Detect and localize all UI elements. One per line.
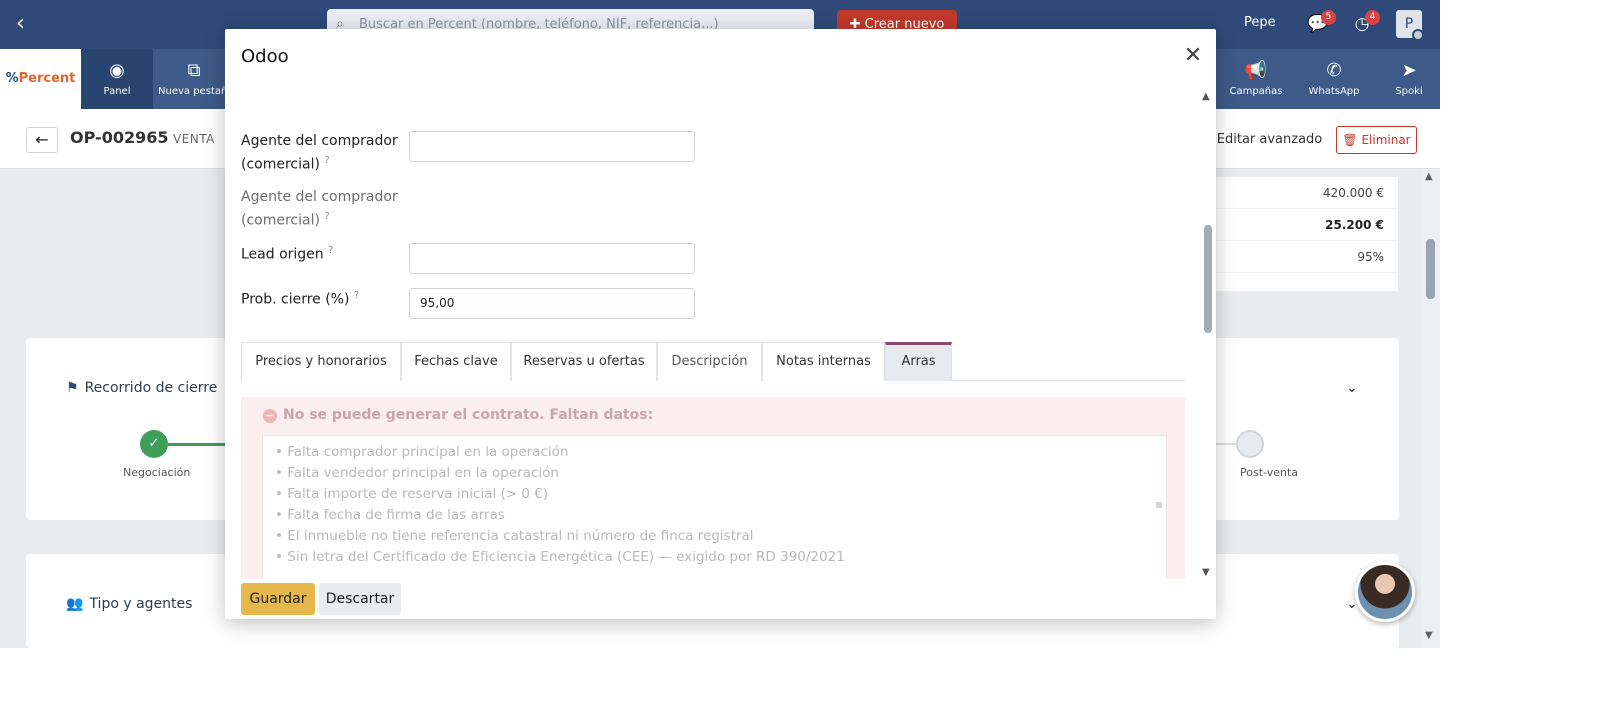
summary-probability: 95% — [1203, 241, 1398, 273]
users-icon: 👥 — [66, 596, 84, 612]
app-item-whatsapp[interactable]: ✆ WhatsApp — [1298, 49, 1370, 109]
tab-arras[interactable]: Arras — [885, 342, 952, 381]
help-icon[interactable]: ? — [354, 290, 359, 301]
tab-description[interactable]: Descripción — [657, 342, 762, 381]
agents-label: Tipo y agentes — [89, 596, 193, 612]
record-type: VENTA — [173, 132, 215, 146]
field-label-buyer-agent: Agente del comprador (comercial) ? — [241, 131, 401, 175]
app-item-label: Spoki — [1395, 86, 1423, 97]
field-label-text: Lead origen — [241, 246, 324, 263]
scroll-down-icon[interactable]: ▼ — [1202, 567, 1210, 578]
scroll-thumb[interactable] — [1426, 239, 1435, 299]
lead-origin-input[interactable] — [409, 243, 695, 274]
stage-first-label: Negociación — [123, 466, 191, 479]
field-label-buyer-agent-readonly: Agente del comprador (comercial) ? — [241, 187, 401, 231]
presence-status-dot — [1412, 29, 1424, 41]
stage-check-icon[interactable]: ✓ — [140, 430, 168, 458]
delete-button[interactable]: 🗑 Eliminar — [1336, 126, 1417, 154]
close-icon[interactable]: ✕ — [1181, 44, 1205, 68]
alert-title-text: No se puede generar el contrato. Faltan … — [283, 407, 654, 423]
missing-data-list[interactable]: • Falta comprador principal en la operac… — [262, 435, 1167, 579]
app-item-label: Nueva pestaña — [158, 86, 230, 97]
discard-button[interactable]: Descartar — [319, 583, 401, 615]
app-item-campaigns[interactable]: 📢 Campañas — [1220, 49, 1292, 109]
contract-error-alert: − No se puede generar el contrato. Faltan… — [241, 397, 1185, 579]
field-label-close-probability: Prob. cierre (%) ? — [241, 286, 401, 310]
list-item: • Sin letra del Certificado de Eficienci… — [275, 549, 845, 565]
flag-icon: ⚑ — [66, 380, 79, 396]
modal-tabs: Precios y honorarios Fechas clave Reserv… — [241, 342, 1185, 381]
scroll-down-icon[interactable]: ▼ — [1425, 630, 1433, 641]
brand-logo[interactable]: %Percent — [0, 49, 81, 109]
app-item-label: Campañas — [1229, 86, 1283, 97]
scroll-up-icon[interactable]: ▲ — [1202, 91, 1210, 102]
summary-price: 420.000 € — [1203, 177, 1398, 209]
modal-title: Odoo — [241, 46, 289, 67]
external-link-icon: ⧉ — [187, 60, 201, 81]
field-label-lead-origin: Lead origen ? — [241, 241, 401, 265]
alert-title: − No se puede generar el contrato. Faltan… — [263, 407, 653, 423]
odoo-modal: Odoo ✕ Agente del comprador (comercial) … — [225, 29, 1216, 619]
app-root: ‹ ⌕ Buscar en Percent (nombre, teléfono,… — [0, 0, 1440, 648]
brand-name: Percent — [18, 71, 76, 86]
field-label-text: Agente del comprador (comercial) — [241, 133, 398, 173]
chevron-down-icon[interactable]: ⌄ — [1346, 380, 1358, 396]
modal-scrollbar[interactable]: ▲ ▼ — [1200, 91, 1216, 579]
field-label-text: Agente del comprador (comercial) — [241, 189, 398, 229]
list-item: • Falta vendedor principal en la operaci… — [275, 465, 559, 481]
help-icon[interactable]: ? — [328, 245, 333, 256]
closing-path-label: Recorrido de cierre — [84, 380, 218, 396]
modal-footer: Guardar Descartar — [225, 579, 1216, 619]
modal-body: Agente del comprador (comercial) ? Agent… — [225, 91, 1216, 579]
scroll-thumb[interactable] — [1204, 225, 1212, 333]
list-item: • Falta importe de reserva inicial (> 0 … — [275, 486, 549, 502]
summary-values: 420.000 € 25.200 € 95% — [1203, 177, 1398, 291]
edit-advanced-label: Editar avanzado — [1216, 132, 1323, 147]
tab-key-dates[interactable]: Fechas clave — [401, 342, 511, 381]
stage-pending-dot[interactable] — [1236, 430, 1264, 458]
resize-handle-icon[interactable] — [1156, 502, 1162, 508]
buyer-agent-input[interactable] — [409, 131, 695, 162]
delete-label: Eliminar — [1361, 133, 1411, 147]
minus-circle-icon: − — [263, 409, 277, 423]
save-button[interactable]: Guardar — [241, 583, 315, 615]
close-probability-input[interactable]: 95,00 — [409, 288, 695, 319]
megaphone-icon: 📢 — [1244, 60, 1268, 81]
list-item: • El inmueble no tiene referencia catast… — [275, 528, 754, 544]
arrow-left-icon[interactable]: ← — [26, 127, 58, 153]
tab-internal-notes[interactable]: Notas internas — [762, 342, 885, 381]
tab-prices-fees[interactable]: Precios y honorarios — [241, 342, 401, 381]
app-item-label: Panel — [103, 86, 131, 97]
field-label-text: Prob. cierre (%) — [241, 291, 350, 308]
list-item: • Falta comprador principal en la operac… — [275, 444, 569, 460]
user-name[interactable]: Pepe — [1244, 15, 1276, 30]
help-icon[interactable]: ? — [324, 211, 329, 222]
scroll-up-icon[interactable]: ▲ — [1425, 171, 1433, 182]
help-icon[interactable]: ? — [324, 155, 329, 166]
edit-advanced-button[interactable]: ✎ Editar avanzado — [1200, 126, 1324, 154]
closing-path-title: ⚑ Recorrido de cierre — [66, 380, 217, 396]
assistant-avatar-button[interactable] — [1355, 562, 1415, 622]
app-item-new-tab[interactable]: ⧉ Nueva pestaña — [158, 49, 230, 109]
dashboard-icon: ◉ — [109, 60, 125, 81]
list-item: • Falta fecha de firma de las arras — [275, 507, 505, 523]
page-scrollbar[interactable]: ▲ ▼ — [1421, 169, 1440, 648]
summary-fees: 25.200 € — [1203, 209, 1398, 241]
app-item-label: WhatsApp — [1308, 86, 1360, 97]
send-icon: ➤ — [1401, 60, 1417, 81]
app-item-panel[interactable]: ◉ Panel — [81, 49, 153, 109]
record-reference: OP-002965 — [70, 128, 169, 147]
chat-badge: 5 — [1321, 10, 1336, 25]
stage-last-label: Post-venta — [1240, 466, 1298, 479]
separator-dot: · — [158, 130, 162, 144]
activity-badge: 4 — [1365, 10, 1380, 25]
tab-reservations-offers[interactable]: Reservas u ofertas — [511, 342, 657, 381]
app-item-spoki[interactable]: ➤ Spoki — [1373, 49, 1440, 109]
agents-title: 👥 Tipo y agentes — [66, 596, 192, 612]
chevron-left-icon[interactable]: ‹ — [16, 12, 38, 36]
whatsapp-icon: ✆ — [1326, 60, 1342, 81]
